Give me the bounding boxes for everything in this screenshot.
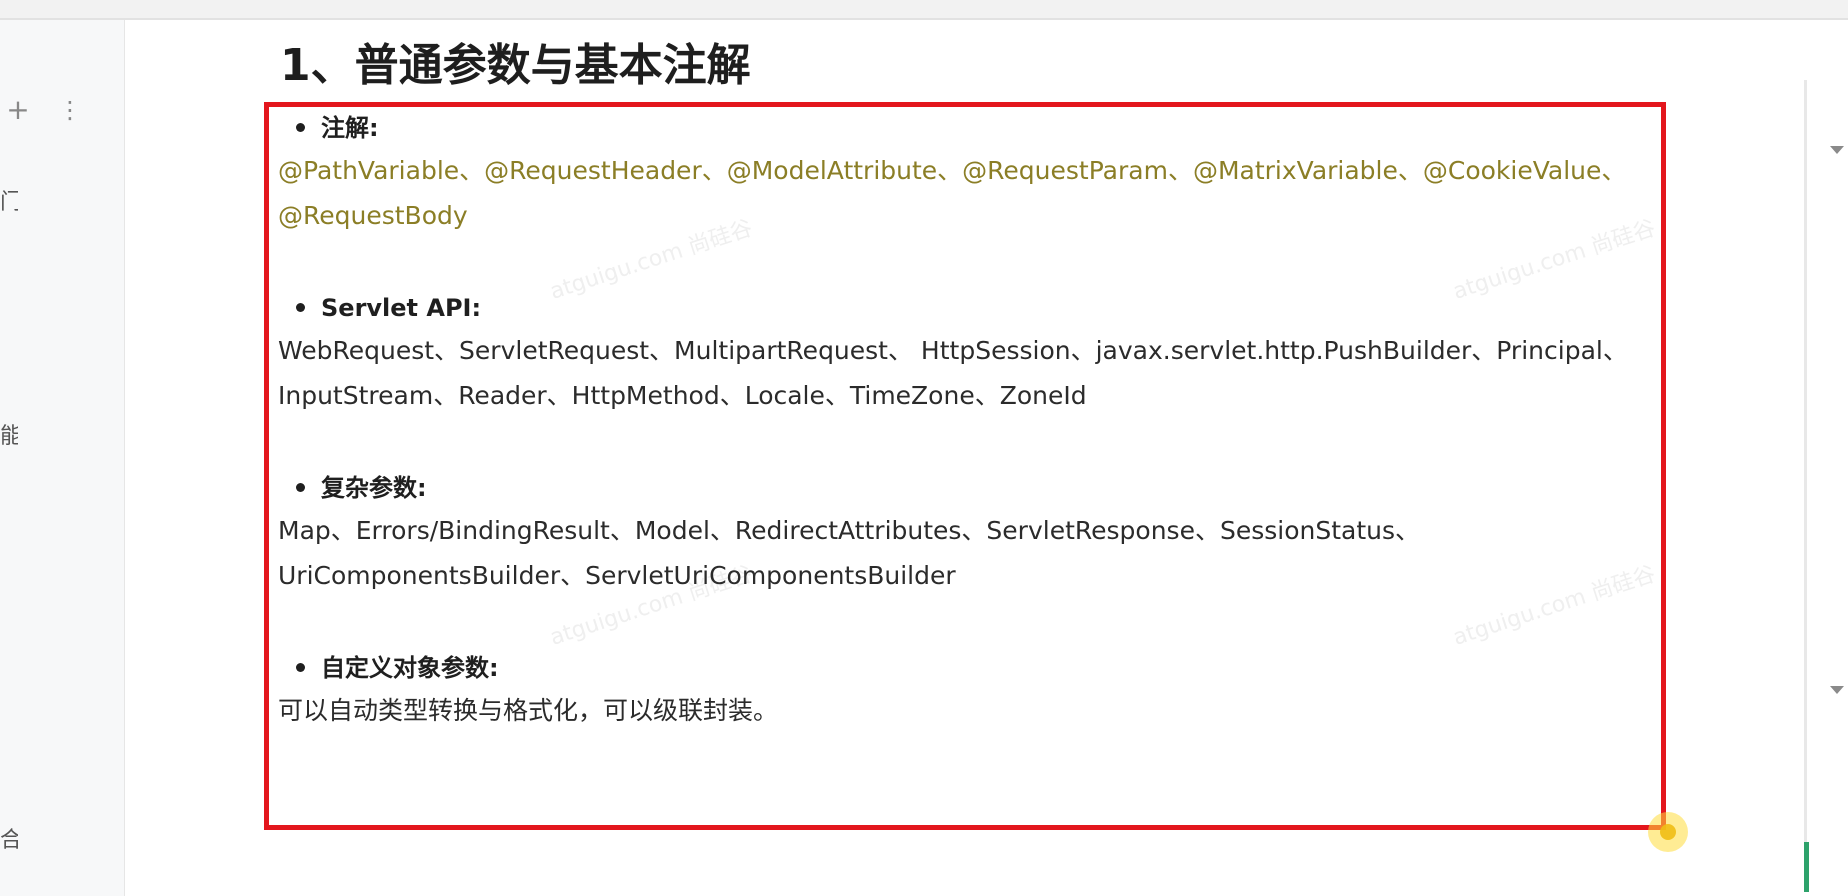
sidebar-item-fragment[interactable]: 门 (0, 184, 18, 216)
sidebar-item-fragment[interactable]: 能 (0, 418, 18, 450)
more-icon[interactable]: ⋮ (58, 96, 82, 124)
scroll-progress-indicator (1804, 842, 1809, 892)
cursor-icon (1660, 824, 1676, 840)
top-bar (0, 0, 1848, 20)
scroll-track[interactable] (1804, 80, 1807, 890)
add-icon[interactable]: + (4, 96, 32, 124)
sidebar: + ⋮ 门 能 合 (0, 20, 125, 896)
highlight-box (264, 102, 1666, 830)
page-title: 1、普通参数与基本注解 (280, 40, 751, 91)
chevron-down-icon[interactable] (1830, 146, 1844, 154)
chevron-down-icon[interactable] (1830, 686, 1844, 694)
sidebar-item-fragment[interactable]: 合 (0, 822, 18, 854)
